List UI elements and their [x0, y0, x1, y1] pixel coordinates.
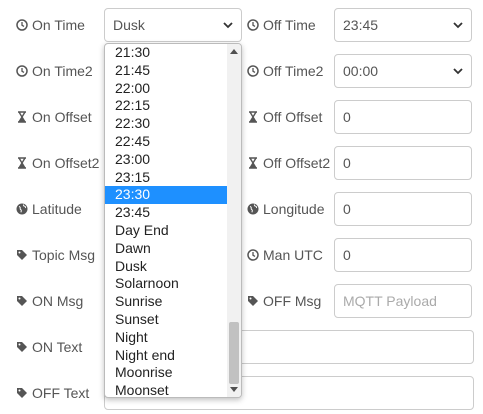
clock-icon	[16, 19, 28, 31]
tag-icon	[16, 295, 28, 307]
dropdown-options: 21:30 21:45 22:00 22:15 22:30 22:45 23:00 23:15…	[105, 44, 241, 397]
dropdown-option[interactable]: 22:30	[105, 115, 227, 133]
clock-icon	[16, 65, 28, 77]
tag-icon	[247, 295, 259, 307]
dropdown-option[interactable]: 23:15	[105, 169, 227, 187]
off-msg-label: OFF Msg	[247, 284, 321, 318]
dropdown-option[interactable]: 23:00	[105, 151, 227, 169]
off-offset-label: Off Offset	[247, 100, 322, 134]
dropdown-option[interactable]: Moonrise	[105, 364, 227, 382]
on-text-label: ON Text	[16, 330, 82, 364]
on-time-select[interactable]: Dusk	[104, 8, 242, 42]
chevron-down-icon	[223, 22, 233, 29]
off-offset2-input[interactable]: 0	[334, 146, 472, 180]
dropdown-option[interactable]: Dawn	[105, 240, 227, 258]
on-time-label: On Time	[16, 8, 85, 42]
on-time2-label: On Time2	[16, 54, 93, 88]
chevron-down-icon	[453, 68, 463, 75]
tag-icon	[16, 387, 28, 399]
row-on-off-time: On Time Dusk Off Time 23:45	[0, 8, 483, 42]
dropdown-option[interactable]: 22:00	[105, 80, 227, 98]
off-text-label: OFF Text	[16, 376, 89, 410]
dropdown-option[interactable]: 22:15	[105, 97, 227, 115]
dropdown-option[interactable]: 21:30	[105, 44, 227, 62]
tag-icon	[16, 249, 28, 261]
dropdown-option[interactable]: Sunset	[105, 311, 227, 329]
globe-icon	[16, 203, 28, 215]
hourglass-icon	[16, 111, 28, 123]
scroll-down-arrow-icon[interactable]	[230, 387, 238, 392]
off-time2-select[interactable]: 00:00	[334, 54, 472, 88]
on-time-dropdown-list[interactable]: 21:30 21:45 22:00 22:15 22:30 22:45 23:00 23:15…	[104, 43, 242, 398]
man-utc-input[interactable]: 0	[334, 238, 472, 272]
hourglass-icon	[247, 111, 259, 123]
clock-icon	[247, 65, 259, 77]
dropdown-option[interactable]: 23:30	[105, 186, 227, 205]
off-offset2-label: Off Offset2	[247, 146, 330, 180]
scrollbar[interactable]	[227, 44, 241, 397]
dropdown-option[interactable]: 23:45	[105, 204, 227, 222]
dropdown-option[interactable]: Dusk	[105, 258, 227, 276]
scroll-up-arrow-icon[interactable]	[230, 49, 238, 54]
on-msg-label: ON Msg	[16, 284, 83, 318]
dropdown-option[interactable]: Sunrise	[105, 293, 227, 311]
hourglass-icon	[16, 157, 28, 169]
off-offset-input[interactable]: 0	[334, 100, 472, 134]
on-offset-label: On Offset	[16, 100, 92, 134]
latitude-label: Latitude	[16, 192, 82, 226]
chevron-down-icon	[453, 22, 463, 29]
longitude-label: Longitude	[247, 192, 325, 226]
off-time-select[interactable]: 23:45	[334, 8, 472, 42]
topic-msg-label: Topic Msg	[16, 238, 95, 272]
hourglass-icon	[247, 157, 259, 169]
scrollbar-thumb[interactable]	[229, 322, 239, 384]
on-offset2-label: On Offset2	[16, 146, 99, 180]
clock-icon	[247, 249, 259, 261]
dropdown-option[interactable]: Night end	[105, 347, 227, 365]
dropdown-option[interactable]: 22:45	[105, 133, 227, 151]
dropdown-option[interactable]: 21:45	[105, 62, 227, 80]
off-time2-label: Off Time2	[247, 54, 323, 88]
off-msg-input[interactable]: MQTT Payload	[334, 284, 472, 318]
dropdown-option[interactable]: Night	[105, 329, 227, 347]
tag-icon	[16, 341, 28, 353]
globe-icon	[247, 203, 259, 215]
longitude-input[interactable]: 0	[334, 192, 472, 226]
dropdown-option[interactable]: Solarnoon	[105, 275, 227, 293]
dropdown-option[interactable]: Moonset	[105, 382, 227, 397]
clock-icon	[247, 19, 259, 31]
dropdown-option[interactable]: Day End	[105, 222, 227, 240]
man-utc-label: Man UTC	[247, 238, 323, 272]
off-time-label: Off Time	[247, 8, 316, 42]
